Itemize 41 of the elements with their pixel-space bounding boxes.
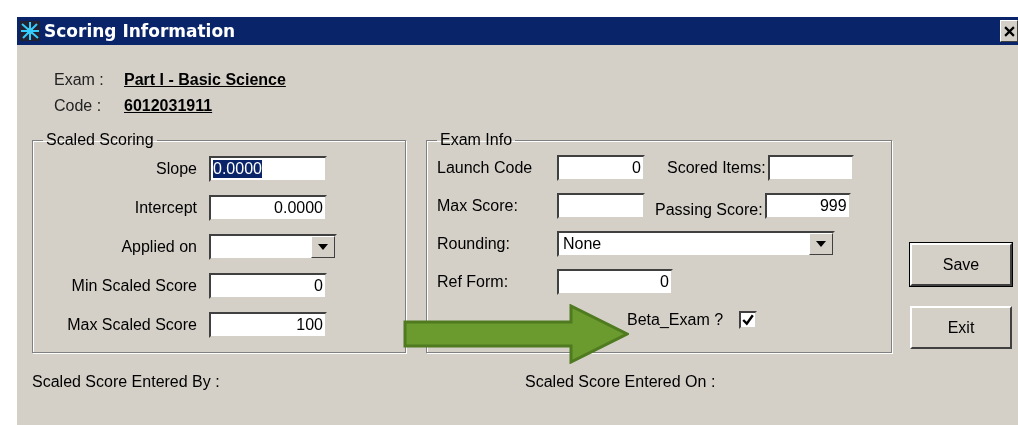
- dialog-button[interactable]: Exit: [910, 306, 1012, 349]
- text-field[interactable]: 0: [557, 155, 645, 181]
- field-value: 6012031911: [124, 97, 213, 115]
- field-label: Launch Code: [437, 159, 534, 177]
- dropdown[interactable]: [209, 233, 337, 260]
- field-label: Exam :: [54, 71, 105, 89]
- app-icon: [20, 21, 40, 41]
- field-label: Scored Items:: [667, 159, 766, 177]
- caret-icon: [318, 243, 328, 250]
- window-title: Scoring Information: [44, 21, 236, 41]
- text-field[interactable]: 0.0000: [209, 194, 327, 221]
- field-label: Applied on: [120, 237, 198, 256]
- caret-icon: [816, 241, 826, 247]
- field-label: Max Scaled Score: [66, 315, 198, 334]
- text-field[interactable]: [767, 155, 854, 181]
- field-label: Intercept: [133, 198, 198, 217]
- field-label: Code :: [54, 97, 103, 115]
- close-button[interactable]: [1000, 20, 1018, 42]
- checkbox[interactable]: [739, 311, 758, 329]
- text-field[interactable]: 100: [209, 311, 327, 338]
- field-label: Min Scaled Score: [70, 276, 198, 295]
- arrow-icon: [403, 304, 629, 364]
- text-field[interactable]: 0.0000: [209, 155, 327, 182]
- text-field[interactable]: 999: [764, 193, 851, 219]
- group-title: Exam Info: [439, 131, 514, 149]
- close-icon: [1003, 25, 1015, 37]
- field-label: Passing Score:: [655, 201, 763, 219]
- field-label: Beta_Exam ?: [627, 311, 724, 329]
- text-field[interactable]: 0: [209, 272, 327, 299]
- text-field[interactable]: [557, 193, 645, 219]
- dialog-button[interactable]: Save: [910, 243, 1012, 286]
- text-field[interactable]: 0: [557, 269, 673, 295]
- field-label: Ref Form:: [437, 273, 510, 291]
- field-value: Part I - Basic Science: [124, 71, 286, 89]
- field-label: Scaled Score Entered By :: [32, 373, 221, 391]
- field-label: Scaled Score Entered On :: [525, 373, 717, 391]
- field-label: Rounding:: [437, 235, 511, 253]
- group-title: Scaled Scoring: [45, 131, 155, 149]
- field-label: Slope: [155, 159, 198, 178]
- field-label: Max Score:: [437, 197, 519, 215]
- dropdown[interactable]: None: [557, 231, 835, 257]
